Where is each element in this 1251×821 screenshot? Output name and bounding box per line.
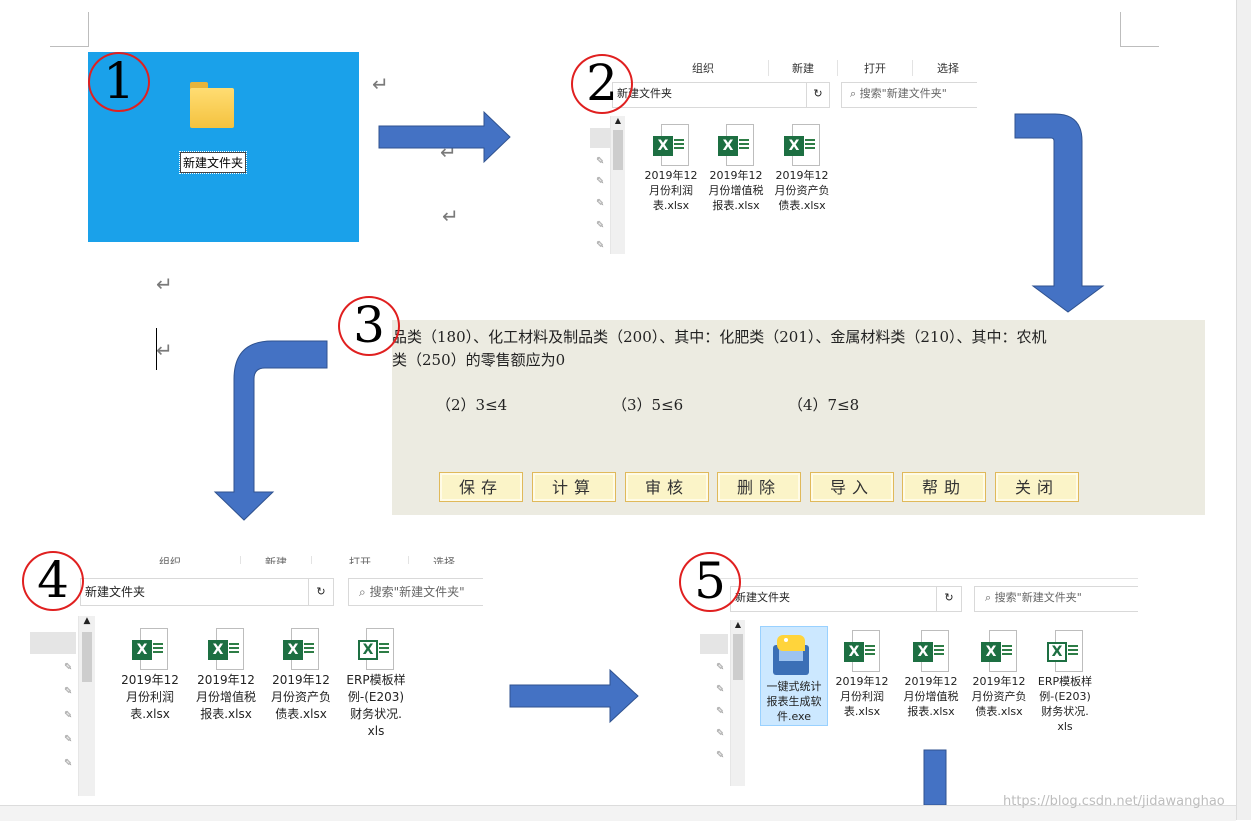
step-number-1: 1 bbox=[88, 52, 150, 112]
step-number-3: 3 bbox=[338, 296, 400, 356]
arrow-right-icon bbox=[378, 110, 511, 164]
step-number-2: 2 bbox=[571, 54, 633, 114]
step-number-5: 5 bbox=[679, 552, 741, 612]
flow-arrows bbox=[213, 110, 1105, 805]
arrow-right-icon bbox=[509, 668, 639, 724]
arrow-down-stem-icon bbox=[923, 749, 947, 805]
arrow-turn-down-icon bbox=[1014, 113, 1105, 313]
arrow-turn-down-icon bbox=[213, 340, 328, 521]
watermark: https://blog.csdn.net/jidawanghao bbox=[1003, 794, 1225, 809]
vertical-scrollbar[interactable] bbox=[1236, 0, 1251, 820]
step-number-4: 4 bbox=[22, 551, 84, 611]
